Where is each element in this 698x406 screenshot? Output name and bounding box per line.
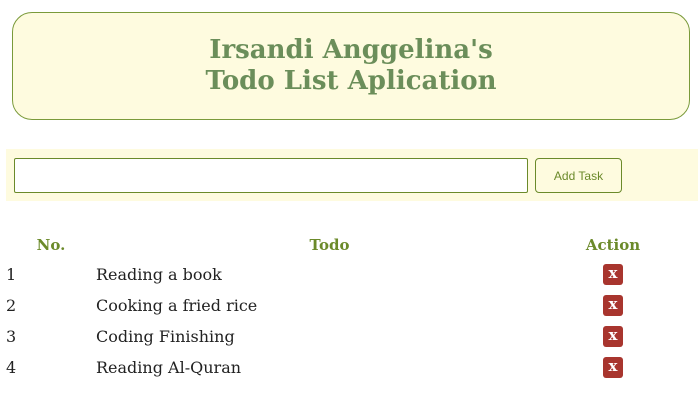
column-header-no: No. (36, 235, 66, 254)
delete-button[interactable]: x (603, 295, 623, 316)
action-cell: x (563, 259, 663, 290)
delete-button[interactable]: x (603, 357, 623, 378)
column-header-action: Action (585, 235, 641, 254)
table-row: 2 Cooking a fried rice x (6, 290, 663, 321)
todo-text: Reading a book (96, 265, 222, 284)
table-row: 1 Reading a book x (6, 259, 663, 290)
todo-text: Coding Finishing (96, 327, 235, 346)
title-line-1: Irsandi Anggelina's (209, 35, 493, 65)
task-form: Add Task (6, 149, 698, 201)
action-cell: x (563, 352, 663, 383)
task-input[interactable] (14, 158, 528, 193)
table-header-row: No. Todo Action (6, 230, 663, 259)
action-cell: x (563, 290, 663, 321)
title-line-2: Todo List Aplication (205, 66, 497, 96)
todo-text: Cooking a fried rice (96, 296, 258, 315)
todo-text: Reading Al-Quran (96, 358, 242, 377)
row-number: 4 (6, 358, 17, 377)
delete-button[interactable]: x (603, 326, 623, 347)
todo-table: No. Todo Action 1 Reading a book x 2 Coo… (6, 230, 663, 383)
table-row: 3 Coding Finishing x (6, 321, 663, 352)
row-number: 1 (6, 265, 17, 284)
delete-button[interactable]: x (603, 264, 623, 285)
action-cell: x (563, 321, 663, 352)
page-title: Irsandi Anggelina's Todo List Aplication (205, 35, 496, 97)
table-row: 4 Reading Al-Quran x (6, 352, 663, 383)
row-number: 3 (6, 327, 17, 346)
add-task-button[interactable]: Add Task (535, 158, 622, 193)
column-header-todo: Todo (309, 235, 350, 254)
app-header: Irsandi Anggelina's Todo List Aplication (12, 12, 690, 120)
row-number: 2 (6, 296, 17, 315)
